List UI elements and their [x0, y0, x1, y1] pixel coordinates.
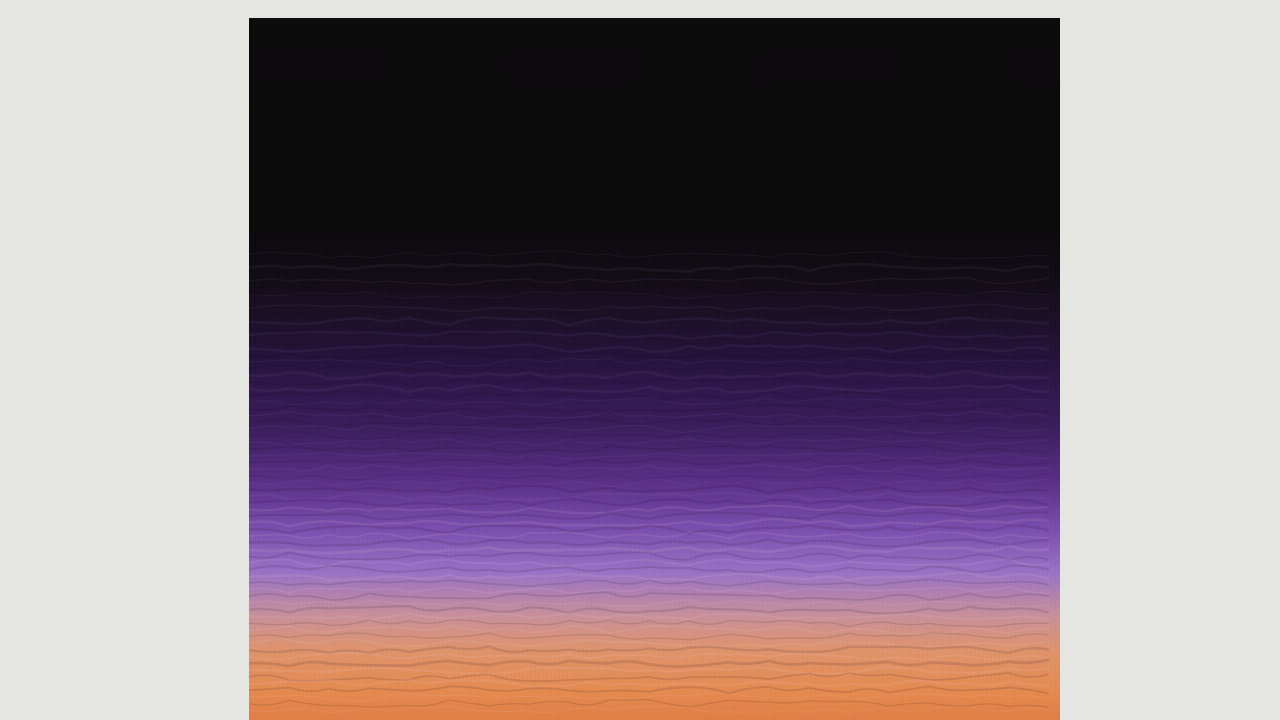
texture-stroke [249, 484, 1050, 495]
texture-stroke [249, 705, 1050, 715]
texture-stroke [249, 497, 1050, 508]
texture-stroke [249, 638, 1050, 648]
texture-stroke [249, 262, 1050, 273]
texture-stroke [249, 658, 1050, 668]
texture-stroke [249, 243, 1050, 253]
artwork-image [249, 18, 1060, 720]
texture-stroke [249, 538, 1050, 548]
texture-stroke [249, 330, 1050, 340]
texture-stroke [249, 591, 1050, 601]
texture-stroke [249, 269, 1050, 281]
texture-stroke [249, 604, 1050, 615]
texture-stroke [249, 685, 1050, 695]
texture-stroke [249, 464, 1050, 473]
texture-stroke [249, 283, 1050, 293]
texture-stroke [249, 451, 1050, 460]
texture-stroke [249, 343, 1050, 354]
texture-stroke [249, 424, 1050, 434]
texture-stroke [249, 665, 1050, 676]
texture-stroke [249, 564, 1050, 574]
texture-stroke [249, 403, 1050, 414]
texture-stroke [249, 444, 1050, 454]
texture-stroke [249, 256, 1050, 266]
texture-stroke [249, 551, 1050, 561]
texture-stroke [249, 672, 1050, 682]
texture-stroke [249, 611, 1050, 621]
texture-stroke [249, 531, 1050, 540]
texture-stroke [249, 410, 1050, 420]
texture-stroke [249, 511, 1050, 521]
texture-stroke [249, 357, 1050, 367]
texture-stroke [249, 297, 1050, 306]
texture-strokes [249, 243, 1050, 715]
texture-stroke [249, 303, 1050, 313]
texture-stroke [249, 490, 1050, 502]
texture-stroke [249, 337, 1050, 347]
image-viewer [0, 0, 1280, 720]
texture-stroke [249, 578, 1050, 588]
texture-stroke [249, 276, 1050, 286]
